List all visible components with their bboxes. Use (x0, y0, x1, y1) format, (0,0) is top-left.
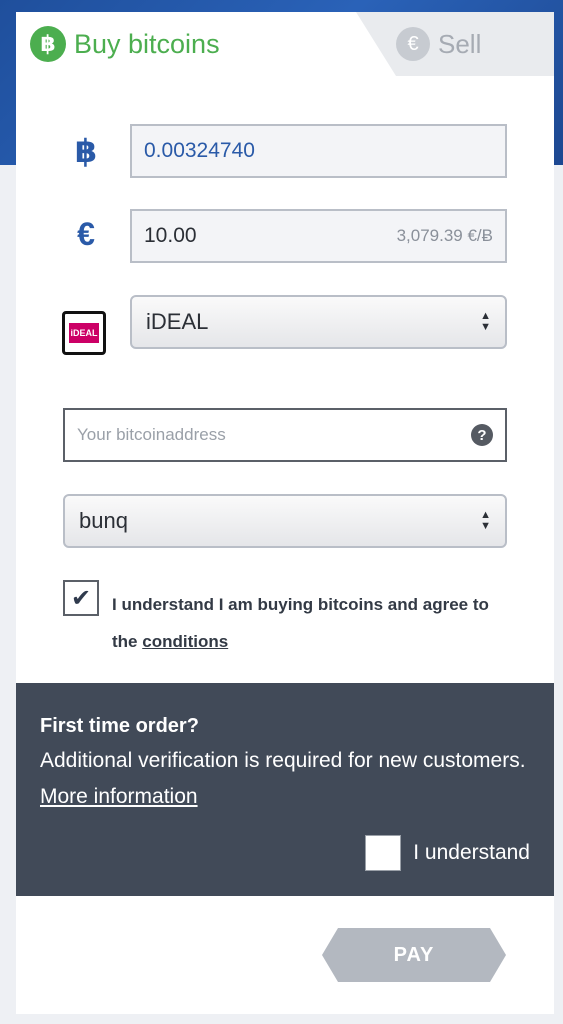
euro-amount-icon: € (77, 216, 95, 252)
bitcoin-address-field[interactable]: ? (63, 408, 507, 462)
select-arrows-icon: ▲ ▼ (480, 310, 491, 333)
pay-button[interactable]: PAY (322, 928, 506, 982)
tab-buy[interactable]: ฿ Buy bitcoins (16, 12, 316, 76)
tab-buy-label: Buy bitcoins (74, 28, 220, 59)
bitcoin-amount-value: 0.00324740 (144, 139, 255, 162)
bitcoin-amount-icon: ฿ (74, 133, 98, 169)
euro-icon: € (396, 27, 430, 61)
bank-value: bunq (79, 508, 128, 533)
euro-amount-field[interactable]: 10.00 3,079.39 €/Ƀ (130, 209, 507, 263)
checkmark-icon: ✔ (70, 584, 92, 612)
payment-method-select[interactable]: iDEAL ▲ ▼ (130, 295, 507, 349)
agree-label: I understand I am buying bitcoins and ag… (112, 595, 489, 651)
understand-confirm[interactable]: I understand (365, 835, 530, 871)
select-arrows-icon: ▲ ▼ (480, 509, 491, 532)
bitcoin-address-input[interactable] (77, 425, 471, 445)
ideal-logo-icon: iDEAL (62, 311, 106, 355)
bank-select[interactable]: bunq ▲ ▼ (63, 494, 507, 548)
understand-label: I understand (413, 841, 530, 864)
euro-amount-value: 10.00 (144, 224, 197, 247)
payment-method-value: iDEAL (146, 309, 209, 334)
bitcoin-amount-field[interactable]: 0.00324740 (130, 124, 507, 178)
first-order-notice: First time order? Additional verificatio… (16, 683, 554, 896)
notice-title: First time order? (40, 715, 199, 737)
exchange-rate: 3,079.39 €/Ƀ (396, 226, 493, 245)
notice-body: Additional verification is required for … (40, 749, 526, 808)
conditions-link[interactable]: conditions (142, 632, 228, 651)
help-icon[interactable]: ? (471, 424, 493, 446)
tab-sell-label: Sell (438, 28, 482, 59)
understand-checkbox[interactable] (365, 835, 402, 871)
bitcoin-icon: ฿ (30, 26, 66, 62)
tab-sell[interactable]: € Sell (356, 12, 554, 76)
more-information-link[interactable]: More information (40, 785, 198, 808)
order-card: ฿ Buy bitcoins € Sell ฿ 0.00324740 € 10.… (16, 12, 554, 1014)
agree-checkbox[interactable]: ✔ (63, 580, 99, 616)
